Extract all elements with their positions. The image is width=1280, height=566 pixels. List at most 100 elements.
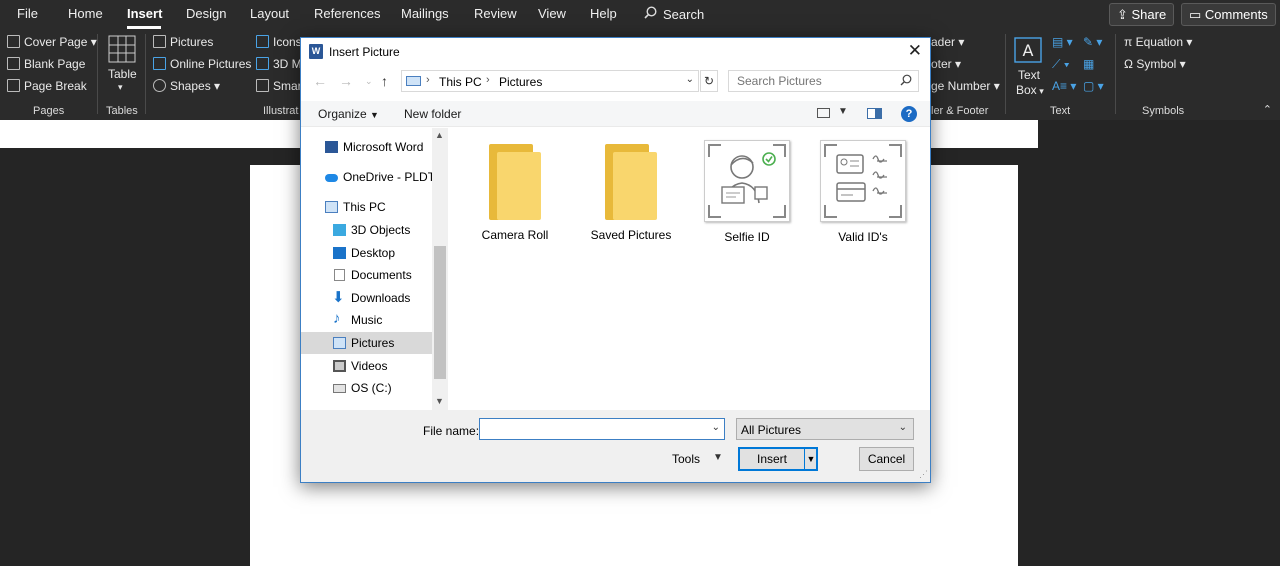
- forward-arrow-icon[interactable]: →: [339, 73, 353, 89]
- nav-item-desktop[interactable]: Desktop: [301, 242, 432, 264]
- tab-layout[interactable]: Layout: [250, 6, 289, 21]
- pictures-button[interactable]: Pictures: [153, 35, 213, 49]
- file-type-select[interactable]: All Pictures ⌄: [736, 418, 914, 440]
- tab-view[interactable]: View: [538, 6, 566, 21]
- tab-references[interactable]: References: [314, 6, 380, 21]
- close-icon[interactable]: ✕: [908, 41, 922, 61]
- address-dropdown-icon[interactable]: ⌄: [686, 74, 694, 85]
- online-pictures-button[interactable]: Online Pictures: [153, 57, 251, 71]
- nav-item-documents[interactable]: Documents: [301, 264, 432, 286]
- shapes-button[interactable]: Shapes ▾: [153, 79, 220, 93]
- quick-parts-icon[interactable]: ▤ ▾: [1052, 35, 1073, 49]
- page-break-button[interactable]: Page Break: [7, 79, 87, 93]
- tab-help[interactable]: Help: [590, 6, 617, 21]
- share-button[interactable]: ⇪ Share: [1109, 3, 1175, 26]
- address-row: ← → ⌄ ↑ › This PC › Pictures ⌄ ↻: [301, 70, 930, 94]
- nav-item-downloads[interactable]: ⬇ Downloads: [301, 287, 432, 309]
- tools-button[interactable]: Tools: [672, 452, 700, 466]
- tab-review[interactable]: Review: [474, 6, 517, 21]
- table-button[interactable]: [106, 35, 138, 66]
- new-folder-button[interactable]: New folder: [404, 107, 461, 121]
- file-name-input[interactable]: [480, 419, 700, 439]
- scrollbar-thumb[interactable]: [434, 246, 446, 379]
- signature-line-icon[interactable]: ✎ ▾: [1083, 35, 1102, 49]
- nav-item-this-pc[interactable]: This PC: [301, 196, 432, 218]
- tab-home[interactable]: Home: [68, 6, 103, 21]
- address-bar[interactable]: › This PC › Pictures ⌄: [401, 70, 699, 92]
- organize-button[interactable]: Organize ▼: [318, 107, 379, 121]
- nav-scrollbar[interactable]: ▲ ▼: [432, 128, 448, 410]
- tab-design[interactable]: Design: [186, 6, 226, 21]
- object-icon[interactable]: ▢ ▾: [1083, 79, 1104, 93]
- view-dropdown-icon[interactable]: ▼: [838, 106, 848, 117]
- tab-mailings[interactable]: Mailings: [401, 6, 449, 21]
- search-box-ribbon[interactable]: Search: [644, 6, 704, 22]
- collapse-ribbon-icon[interactable]: ⌃: [1263, 103, 1272, 116]
- drop-cap-icon[interactable]: A≡ ▾: [1052, 79, 1076, 93]
- header-button[interactable]: ader ▾: [931, 35, 964, 49]
- group-label-pages: Pages: [33, 105, 65, 117]
- music-icon: ♪: [333, 310, 341, 327]
- file-list: Camera Roll Saved Pictures Selfie ID Val…: [449, 128, 930, 410]
- nav-item-os-c[interactable]: OS (C:): [301, 377, 432, 399]
- cancel-button[interactable]: Cancel: [859, 447, 914, 471]
- resize-grip-icon[interactable]: ⋰: [919, 469, 928, 480]
- cover-page-button[interactable]: Cover Page ▾: [7, 35, 97, 49]
- nav-label: Desktop: [351, 246, 396, 260]
- nav-item-onedrive[interactable]: OneDrive - PLDT: [301, 166, 435, 188]
- back-arrow-icon[interactable]: ←: [313, 73, 327, 89]
- breadcrumb-this-pc[interactable]: This PC: [439, 75, 482, 89]
- search-pictures-input[interactable]: [729, 71, 889, 91]
- blank-page-button[interactable]: Blank Page: [7, 57, 85, 71]
- nav-item-videos[interactable]: Videos: [301, 355, 432, 377]
- chevron-right-icon[interactable]: ›: [486, 74, 490, 86]
- file-name-label: File name:: [423, 424, 480, 438]
- text-box-button[interactable]: A: [1014, 37, 1042, 66]
- file-name-dropdown-icon[interactable]: ⌄: [712, 422, 720, 433]
- file-item-selfie-id[interactable]: Selfie ID: [692, 138, 802, 244]
- insert-button[interactable]: Insert ▼: [738, 447, 818, 471]
- 3d-models-button[interactable]: 3D M: [256, 57, 302, 71]
- nav-item-microsoft-word[interactable]: Microsoft Word: [301, 136, 432, 158]
- drive-icon: [333, 384, 346, 393]
- breadcrumb-pictures[interactable]: Pictures: [499, 75, 542, 89]
- pictures-icon: [333, 337, 346, 349]
- page-number-button[interactable]: ge Number ▾: [931, 79, 1000, 93]
- nav-item-music[interactable]: ♪ Music: [301, 309, 432, 331]
- date-time-icon[interactable]: ▦: [1083, 57, 1094, 71]
- equation-button[interactable]: π Equation ▾: [1124, 35, 1192, 49]
- scroll-down-icon[interactable]: ▼: [435, 396, 444, 406]
- icons-button[interactable]: Icons: [256, 35, 302, 49]
- comments-button[interactable]: ▭ Comments: [1181, 3, 1276, 26]
- comments-label: Comments: [1204, 7, 1268, 22]
- smartart-icon: [256, 79, 269, 92]
- recent-locations-icon[interactable]: ⌄: [365, 76, 373, 87]
- symbol-button[interactable]: Ω Symbol ▾: [1124, 57, 1186, 71]
- nav-item-3d-objects[interactable]: 3D Objects: [301, 219, 432, 241]
- valid-ids-thumbnail: [820, 140, 906, 222]
- scroll-up-icon[interactable]: ▲: [435, 130, 444, 140]
- share-icon: ⇪: [1117, 7, 1132, 22]
- file-item-saved-pictures[interactable]: Saved Pictures: [576, 138, 686, 242]
- file-item-valid-ids[interactable]: Valid ID's: [808, 138, 918, 244]
- online-pictures-label: Online Pictures: [170, 57, 252, 71]
- file-item-camera-roll[interactable]: Camera Roll: [460, 138, 570, 242]
- help-icon[interactable]: ?: [901, 106, 917, 122]
- refresh-icon[interactable]: ↻: [700, 70, 718, 92]
- change-view-icon[interactable]: [817, 108, 830, 118]
- footer-button[interactable]: oter ▾: [931, 57, 961, 71]
- table-dropdown-icon[interactable]: ▾: [118, 82, 123, 93]
- nav-item-pictures[interactable]: Pictures: [301, 332, 432, 354]
- tools-dropdown-icon[interactable]: ▼: [713, 452, 723, 463]
- search-icon: [644, 6, 657, 19]
- chevron-right-icon[interactable]: ›: [426, 74, 430, 86]
- equation-icon: π: [1124, 35, 1136, 49]
- tab-file[interactable]: File: [17, 6, 38, 21]
- wordart-icon[interactable]: ⟋ ▾: [1052, 57, 1070, 72]
- smartart-button[interactable]: Smar: [256, 79, 302, 93]
- up-arrow-icon[interactable]: ↑: [381, 73, 388, 89]
- preview-pane-icon[interactable]: [867, 108, 882, 119]
- page-break-icon: [7, 79, 20, 92]
- tab-insert[interactable]: Insert: [127, 6, 162, 21]
- insert-split-dropdown-icon[interactable]: ▼: [804, 448, 817, 470]
